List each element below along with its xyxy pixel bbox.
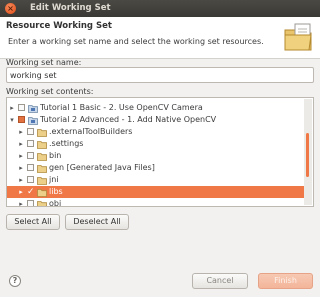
tree-item-label: .externalToolBuilders [49, 127, 133, 136]
tree-item[interactable]: ▸ .settings [7, 138, 304, 150]
expander-collapsed-icon[interactable]: ▸ [17, 150, 25, 162]
tree-item-checkbox[interactable] [18, 116, 25, 123]
folder-icon [37, 177, 47, 185]
project-icon [28, 117, 38, 125]
tree-item[interactable]: ▸ ✓ libs [7, 186, 304, 198]
folder-icon [37, 129, 47, 137]
scrollbar-thumb[interactable] [306, 133, 309, 177]
tree-item[interactable]: ▸ Tutorial 1 Basic - 2. Use OpenCV Camera [7, 102, 304, 114]
tree-item-checkbox[interactable] [27, 152, 34, 159]
tree-item-checkbox[interactable] [27, 200, 34, 206]
dialog-header: Resource Working Set Enter a working set… [0, 17, 320, 59]
folder-icon [37, 201, 47, 206]
tree-item[interactable]: ▸ jni [7, 174, 304, 186]
working-set-name-label: Working set name: [6, 58, 82, 67]
tree-item-checkbox[interactable] [27, 176, 34, 183]
expander-collapsed-icon[interactable]: ▸ [17, 162, 25, 174]
tree-item[interactable]: ▸ gen [Generated Java Files] [7, 162, 304, 174]
tree-item[interactable]: ▸ .externalToolBuilders [7, 126, 304, 138]
tree-item-checkbox[interactable]: ✓ [27, 188, 36, 197]
select-all-button[interactable]: Select All [6, 214, 60, 230]
tree-item-label: obj [49, 199, 62, 207]
folder-icon [37, 165, 47, 173]
working-set-name-input[interactable] [6, 67, 314, 83]
deselect-all-button[interactable]: Deselect All [65, 214, 129, 230]
folder-icon [37, 189, 47, 197]
tree-item-label: Tutorial 1 Basic - 2. Use OpenCV Camera [40, 103, 203, 112]
folder-document-icon [284, 23, 312, 51]
header-title: Resource Working Set [6, 21, 112, 31]
tree-item-label: gen [Generated Java Files] [49, 163, 155, 172]
tree-item-label: jni [49, 175, 59, 184]
tree-item-checkbox[interactable] [27, 164, 34, 171]
title-bar: × Edit Working Set [0, 0, 320, 17]
expander-collapsed-icon[interactable]: ▸ [17, 138, 25, 150]
finish-button[interactable]: Finish [258, 273, 313, 289]
tree-item-checkbox[interactable] [27, 128, 34, 135]
expander-expanded-icon[interactable]: ▾ [8, 114, 16, 126]
close-window-button[interactable]: × [5, 3, 16, 14]
tree-item[interactable]: ▸ bin [7, 150, 304, 162]
working-set-contents-tree[interactable]: ▸ Tutorial 1 Basic - 2. Use OpenCV Camera… [6, 97, 314, 207]
window-title: Edit Working Set [30, 3, 111, 13]
tree-item-checkbox[interactable] [18, 104, 25, 111]
project-icon [28, 105, 38, 113]
tree-item[interactable]: ▾ Tutorial 2 Advanced - 1. Add Native Ope… [7, 114, 304, 126]
help-icon[interactable]: ? [9, 275, 21, 287]
tree-item[interactable]: ▸ obj [7, 198, 304, 207]
expander-collapsed-icon[interactable]: ▸ [17, 198, 25, 206]
folder-icon [37, 141, 47, 149]
vertical-scrollbar[interactable] [304, 99, 312, 205]
expander-collapsed-icon[interactable]: ▸ [17, 126, 25, 138]
expander-collapsed-icon[interactable]: ▸ [8, 102, 16, 114]
tree-item-checkbox[interactable] [27, 140, 34, 147]
expander-collapsed-icon[interactable]: ▸ [17, 174, 25, 186]
working-set-contents-label: Working set contents: [6, 87, 94, 96]
cancel-button[interactable]: Cancel [192, 273, 248, 289]
tree-item-label: .settings [49, 139, 84, 148]
folder-icon [37, 153, 47, 161]
tree-item-label: Tutorial 2 Advanced - 1. Add Native Open… [40, 115, 217, 124]
tree-item-label: bin [49, 151, 62, 160]
tree-item-label: libs [49, 187, 63, 196]
expander-collapsed-icon[interactable]: ▸ [17, 186, 25, 198]
header-description: Enter a working set name and select the … [8, 37, 264, 46]
